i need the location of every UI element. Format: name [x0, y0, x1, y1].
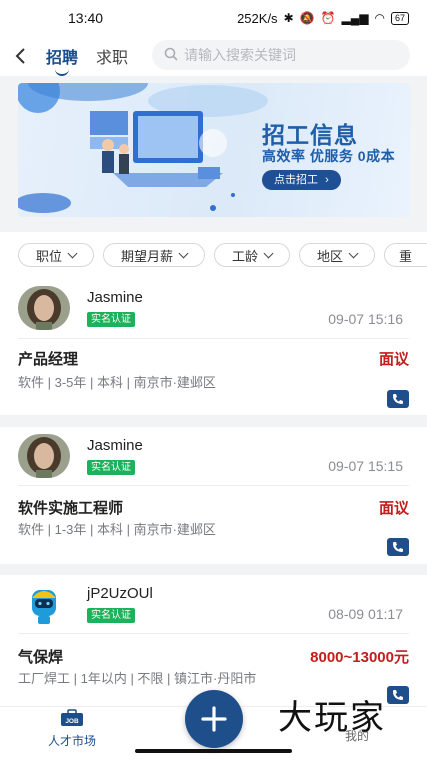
filter-salary[interactable]: 期望月薪: [103, 243, 205, 267]
status-bar: 13:40 252K/s ✱ 🔕 ⏰ ▂▄▆ ◠ 67: [0, 0, 427, 36]
post-time: 09-07 15:15: [328, 458, 403, 474]
chevron-down-icon: [263, 248, 274, 258]
top-bar: 招聘 求职: [0, 36, 427, 76]
chevron-down-icon: [178, 248, 189, 258]
network-speed: 252K/s: [237, 10, 278, 26]
job-title: 气保焊: [18, 649, 64, 666]
plus-icon: [201, 706, 227, 732]
status-time: 13:40: [68, 10, 104, 26]
search-input[interactable]: [184, 47, 394, 63]
svg-text:JOB: JOB: [65, 718, 79, 725]
filter-experience[interactable]: 工龄: [214, 243, 290, 267]
search-icon: [164, 47, 178, 64]
avatar: [18, 286, 70, 330]
alarm-icon: ⏰: [320, 11, 336, 25]
job-meta: 工厂焊工 | 1年以内 | 不限 | 镇江市·丹阳市: [18, 671, 257, 686]
tab-job-seeking[interactable]: 求职: [90, 44, 134, 68]
verified-badge: 实名认证: [87, 460, 135, 475]
add-post-button[interactable]: [185, 690, 243, 748]
verified-badge: 实名认证: [87, 312, 135, 327]
chevron-right-icon: ›: [325, 174, 329, 186]
mute-bell-icon: 🔕: [299, 11, 315, 25]
wifi-icon: ◠: [374, 11, 385, 25]
salary: 面议: [378, 500, 409, 517]
divider: [18, 338, 409, 339]
post-time: 08-09 01:17: [328, 606, 403, 622]
job-title: 产品经理: [18, 351, 79, 368]
signal-icon: ▂▄▆: [341, 11, 369, 25]
bluetooth-icon: ✱: [283, 11, 294, 25]
phone-icon[interactable]: [387, 538, 409, 556]
user-name: Jasmine: [87, 437, 143, 454]
banner-title: 招工信息: [262, 122, 358, 148]
tab-recruit[interactable]: 招聘: [40, 44, 84, 76]
promo-banner[interactable]: 招工信息 高效率 优服务 0成本 点击招工 ›: [18, 83, 410, 217]
divider: [18, 485, 409, 486]
back-arrow-icon[interactable]: [0, 36, 40, 76]
job-title: 软件实施工程师: [18, 500, 124, 517]
nav-talent-market[interactable]: JOB 人才市场: [30, 709, 114, 749]
job-card[interactable]: Jasmine 实名认证 09-07 15:16 产品经理 面议 软件 | 3-…: [0, 278, 427, 415]
filter-position[interactable]: 职位: [18, 243, 94, 267]
filter-bar: 职位 期望月薪 工龄 地区 重: [0, 232, 427, 278]
filter-more[interactable]: 重: [384, 243, 427, 267]
avatar: [18, 434, 70, 478]
job-meta: 软件 | 1-3年 | 本科 | 南京市·建邺区: [18, 522, 216, 537]
verified-badge: 实名认证: [87, 608, 135, 623]
filter-region[interactable]: 地区: [299, 243, 375, 267]
user-name: Jasmine: [87, 289, 143, 306]
job-meta: 软件 | 3-5年 | 本科 | 南京市·建邺区: [18, 375, 216, 390]
job-card[interactable]: jP2UzOUl 实名认证 08-09 01:17 气保焊 8000~13000…: [0, 575, 427, 706]
home-indicator[interactable]: [135, 749, 292, 753]
job-briefcase-icon: JOB: [61, 709, 83, 726]
phone-icon[interactable]: [387, 390, 409, 408]
post-time: 09-07 15:16: [328, 311, 403, 327]
watermark: 大玩家: [278, 698, 386, 738]
salary: 面议: [378, 351, 409, 368]
phone-icon[interactable]: [387, 686, 409, 704]
user-name: jP2UzOUl: [87, 585, 153, 602]
search-box[interactable]: [152, 40, 410, 70]
avatar: [18, 582, 70, 626]
job-card[interactable]: Jasmine 实名认证 09-07 15:15 软件实施工程师 面议 软件 |…: [0, 427, 427, 564]
chevron-down-icon: [348, 248, 359, 258]
banner-button[interactable]: 点击招工 ›: [262, 170, 341, 190]
battery-icon: 67: [390, 11, 409, 25]
banner-subtitle: 高效率 优服务 0成本: [262, 148, 396, 164]
salary: 8000~13000元: [310, 649, 409, 666]
divider: [18, 633, 409, 634]
chevron-down-icon: [67, 248, 78, 258]
